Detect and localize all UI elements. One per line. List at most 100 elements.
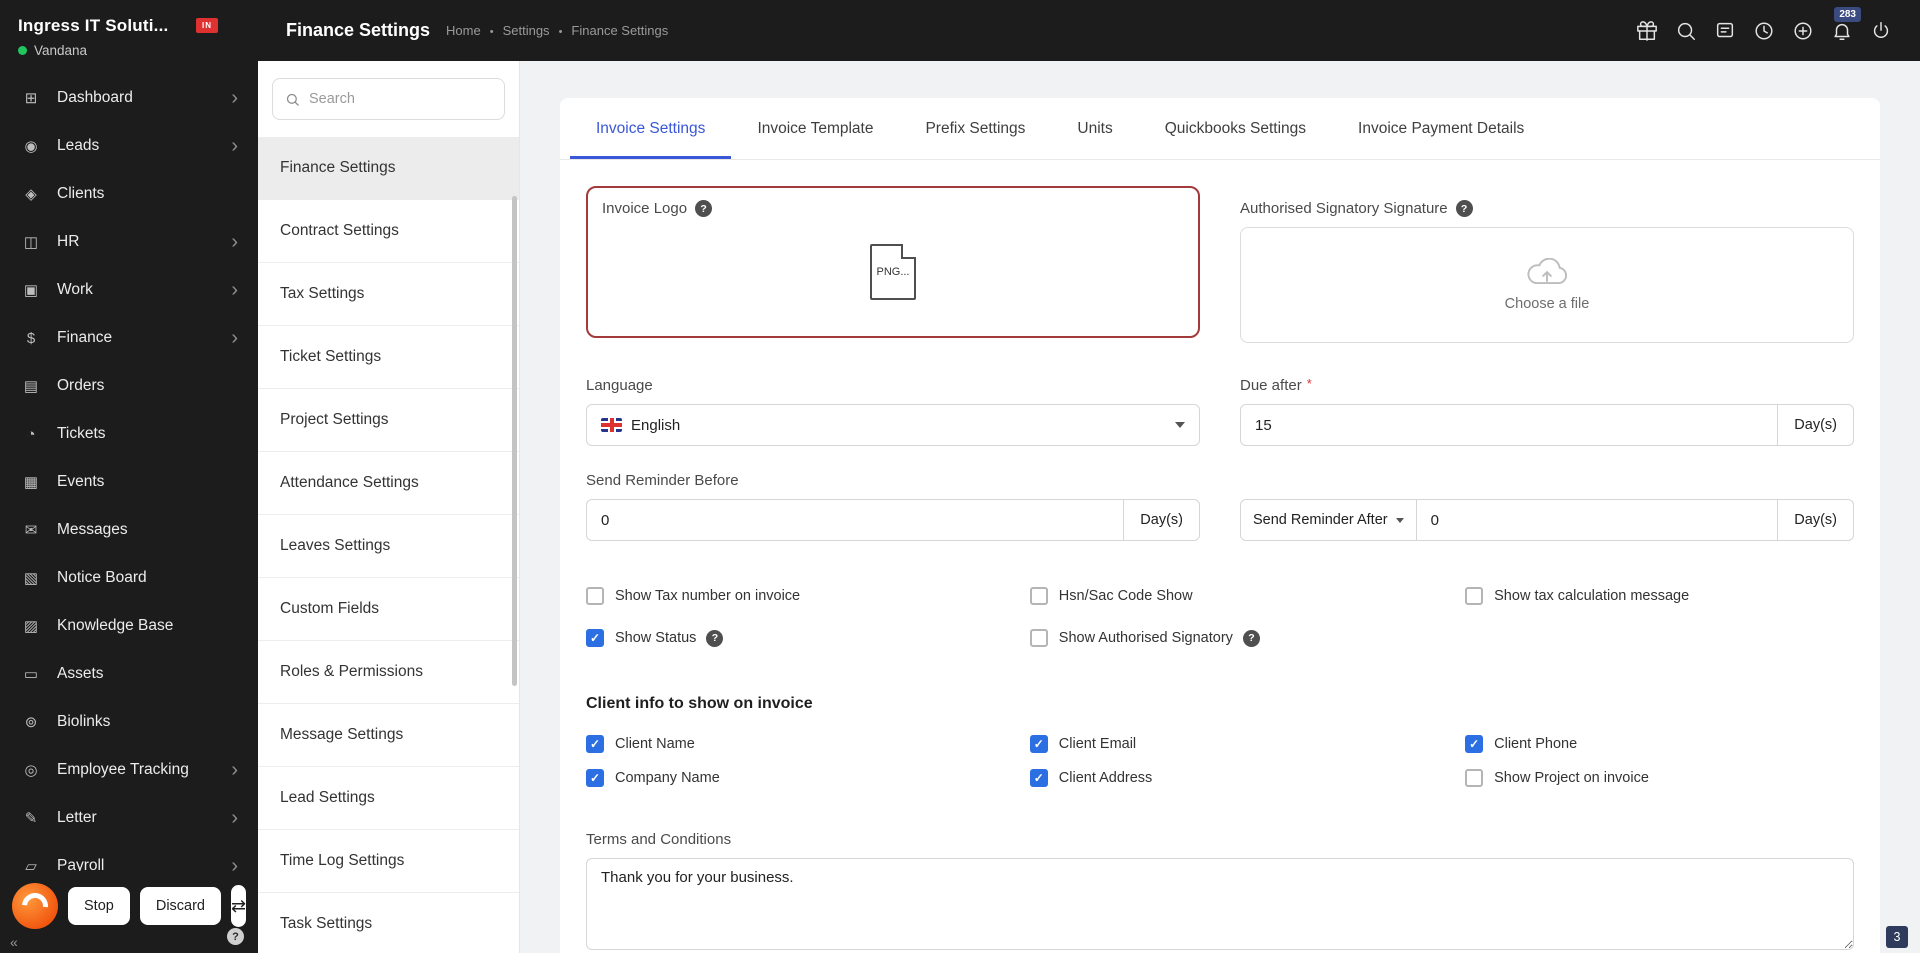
bell-icon[interactable]: 283 [1831, 6, 1861, 42]
reminder-after-label: Send Reminder After [1253, 512, 1388, 528]
sidebar-item-finance[interactable]: $ Finance › [0, 314, 258, 362]
checkbox-client-email[interactable]: ✓ Client Email [1029, 735, 1465, 753]
tab-invoice-settings[interactable]: Invoice Settings [570, 98, 732, 159]
due-after-input[interactable] [1241, 405, 1778, 445]
finance-icon: $ [26, 329, 36, 347]
settings-nav-item-time-log-settings[interactable]: Time Log Settings [258, 830, 519, 893]
help-icon[interactable]: ? [695, 200, 713, 217]
checkbox-hsn-sac-code-show[interactable]: ✓Hsn/Sac Code Show [1029, 587, 1465, 605]
settings-nav-item-tax-settings[interactable]: Tax Settings [258, 263, 519, 326]
tab-invoice-template[interactable]: Invoice Template [731, 98, 899, 159]
biolinks-icon: ⊚ [24, 714, 38, 731]
sidebar-item-dashboard[interactable]: ⊞ Dashboard › [0, 74, 258, 122]
tab-units[interactable]: Units [1051, 98, 1138, 159]
workspace-header[interactable]: Ingress IT Soluti... Vandana IN [0, 0, 258, 68]
settings-nav-item-lead-settings[interactable]: Lead Settings [258, 767, 519, 830]
chevron-right-icon: › [231, 807, 238, 829]
tab-invoice-payment-details[interactable]: Invoice Payment Details [1332, 98, 1550, 159]
help-icon[interactable]: ? [1455, 200, 1473, 217]
gift-icon[interactable] [1636, 20, 1658, 42]
chevron-right-icon: › [231, 279, 238, 301]
sidebar-item-clients[interactable]: ◈ Clients [0, 170, 258, 218]
search-input[interactable] [309, 91, 492, 107]
sidebar-item-assets[interactable]: ▭ Assets [0, 650, 258, 698]
help-icon[interactable]: ? [1242, 629, 1260, 647]
settings-nav-item-contract-settings[interactable]: Contract Settings [258, 200, 519, 263]
reminder-after-input[interactable] [1416, 500, 1778, 540]
checkbox-company-name[interactable]: ✓ Company Name [586, 769, 1030, 787]
settings-sidebar: Finance SettingsContract SettingsTax Set… [258, 61, 520, 953]
sidebar-footer: Stop Discard ⇄ [0, 871, 258, 953]
checkbox-show-authorised-signatory[interactable]: ✓Show Authorised Signatory? [1029, 629, 1465, 647]
sidebar-item-leads[interactable]: ◉ Leads › [0, 122, 258, 170]
notes-icon[interactable] [1714, 20, 1736, 42]
sidebar-item-orders[interactable]: ▤ Orders [0, 362, 258, 410]
chevron-right-icon: › [231, 327, 238, 349]
invoice-logo-field[interactable]: Invoice Logo ? PNG... [586, 186, 1200, 338]
reminder-before-input[interactable] [587, 500, 1124, 540]
breadcrumb-settings[interactable]: Settings [503, 23, 550, 38]
reminder-after-dropdown[interactable]: Send Reminder After [1241, 500, 1417, 540]
checkbox-box: ✓ [1465, 735, 1484, 753]
sidebar-item-biolinks[interactable]: ⊚ Biolinks [0, 698, 258, 746]
checkbox-show-status[interactable]: ✓ Show Status? [586, 629, 1030, 647]
checkbox-client-name[interactable]: ✓ Client Name [586, 735, 1030, 753]
checkbox-show-tax-number-on-invoice[interactable]: ✓Show Tax number on invoice [586, 587, 1030, 605]
sidebar-item-work[interactable]: ▣ Work › [0, 266, 258, 314]
terms-textarea[interactable]: Thank you for your business. [586, 858, 1854, 950]
settings-nav-item-project-settings[interactable]: Project Settings [258, 389, 519, 452]
sidebar-collapse-icon[interactable]: « [10, 934, 18, 950]
clock-icon[interactable] [1753, 20, 1775, 42]
checkbox-client-phone[interactable]: ✓ Client Phone [1465, 735, 1854, 753]
settings-nav-item-attendance-settings[interactable]: Attendance Settings [258, 452, 519, 515]
client-info-grid: ✓ Client Name ✓ Client Email ✓ Client Phone ✓ C… [586, 735, 1854, 787]
chevron-right-icon: › [231, 231, 238, 253]
breadcrumb: Home Settings Finance Settings [446, 23, 668, 38]
settings-nav-item-roles-permissions[interactable]: Roles & Permissions [258, 641, 519, 704]
help-icon[interactable]: ? [227, 928, 244, 945]
help-icon[interactable]: ? [706, 629, 724, 647]
breadcrumb-home[interactable]: Home [446, 23, 481, 38]
sidebar-item-notice-board[interactable]: ▧ Notice Board [0, 554, 258, 602]
settings-nav-item-leaves-settings[interactable]: Leaves Settings [258, 515, 519, 578]
sidebar-item-employee-tracking[interactable]: ◎ Employee Tracking › [0, 746, 258, 794]
settings-nav-item-finance-settings[interactable]: Finance Settings [258, 137, 519, 200]
discard-button[interactable]: Discard [139, 887, 221, 925]
settings-nav-scrollbar[interactable] [512, 196, 517, 686]
signature-upload-dropzone[interactable]: Choose a file [1240, 227, 1854, 343]
sidebar-item-events[interactable]: ▦ Events [0, 458, 258, 506]
checkbox-client-address[interactable]: ✓ Client Address [1029, 769, 1465, 787]
add-icon[interactable] [1792, 20, 1814, 42]
settings-nav-item-custom-fields[interactable]: Custom Fields [258, 578, 519, 641]
tab-prefix-settings[interactable]: Prefix Settings [899, 98, 1051, 159]
settings-nav-item-ticket-settings[interactable]: Ticket Settings [258, 326, 519, 389]
language-label: Language [586, 377, 653, 394]
client-info-heading: Client info to show on invoice [586, 695, 813, 712]
sidebar-item-tickets[interactable]: ◔ Tickets [0, 410, 258, 458]
reminder-after-suffix: Day(s) [1777, 500, 1853, 540]
settings-nav-item-message-settings[interactable]: Message Settings [258, 704, 519, 767]
required-asterisk [1307, 377, 1312, 390]
language-select[interactable]: English [586, 404, 1200, 446]
language-value: English [631, 416, 681, 434]
invoice-logo-label: Invoice Logo [602, 200, 688, 217]
leads-icon: ◉ [24, 138, 38, 155]
sidebar-item-hr[interactable]: ◫ HR › [0, 218, 258, 266]
sidebar-item-knowledge-base[interactable]: ▨ Knowledge Base [0, 602, 258, 650]
settings-nav-item-task-settings[interactable]: Task Settings [258, 893, 519, 953]
power-icon[interactable] [1870, 20, 1892, 42]
sidebar-item-messages[interactable]: ✉ Messages [0, 506, 258, 554]
stop-button[interactable]: Stop [68, 887, 130, 925]
search-icon [286, 93, 299, 106]
tab-quickbooks-settings[interactable]: Quickbooks Settings [1139, 98, 1332, 159]
checkbox-show-tax-calculation-message[interactable]: ✓Show tax calculation message [1465, 587, 1854, 605]
checkbox-show-project-on-invoice[interactable]: ✓Show Project on invoice [1465, 769, 1854, 787]
swap-button[interactable]: ⇄ [231, 885, 247, 927]
search-icon[interactable] [1675, 20, 1697, 42]
uk-flag-icon [601, 418, 622, 432]
checkbox-box: ✓ [1029, 629, 1048, 647]
invoice-logo-dropzone[interactable]: PNG... [602, 217, 1184, 326]
notification-count-badge: 283 [1834, 6, 1861, 22]
sidebar-item-letter[interactable]: ✎ Letter › [0, 794, 258, 842]
due-after-field: Due after Day(s) [1240, 377, 1854, 446]
